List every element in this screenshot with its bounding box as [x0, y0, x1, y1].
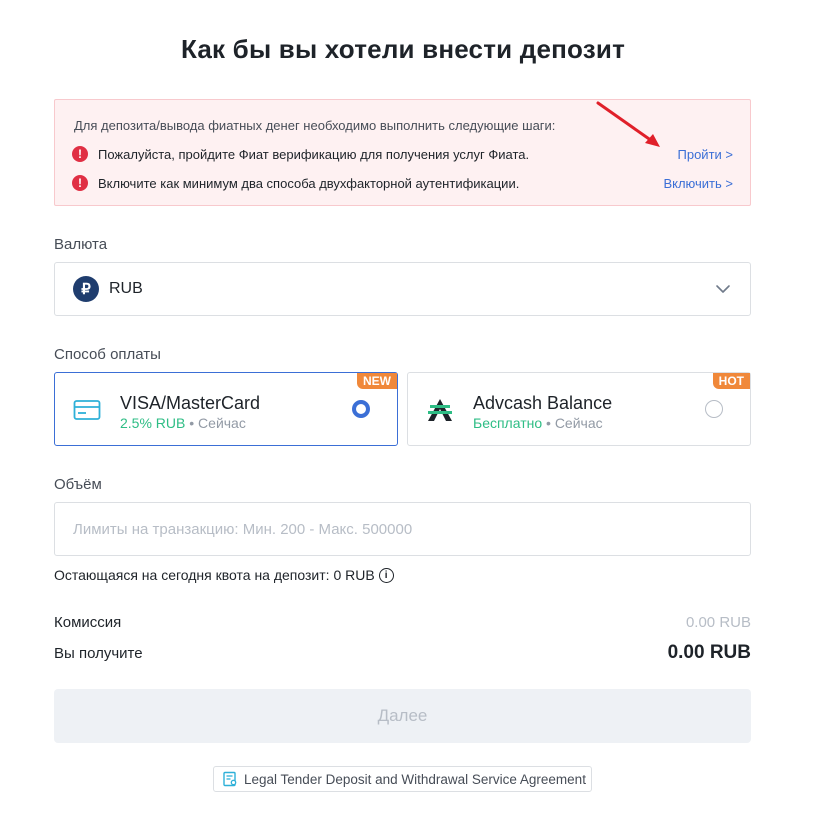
notice-item-text: Пожалуйста, пройдите Фиат верификацию дл…	[98, 146, 530, 162]
enable-2fa-link[interactable]: Включить >	[663, 176, 733, 191]
notice-item-text: Включите как минимум два способа двухфак…	[98, 175, 520, 191]
deposit-quota: Остающаяся на сегодня квота на депозит: …	[54, 567, 394, 583]
receive-value: 0.00 RUB	[667, 642, 751, 663]
chevron-down-icon	[716, 285, 730, 293]
warning-icon: !	[72, 146, 88, 162]
payment-method-name: Advcash Balance	[473, 393, 613, 413]
payment-method-time: • Сейчас	[546, 415, 603, 431]
currency-select[interactable]: ₽ RUB	[54, 262, 751, 316]
currency-label: Валюта	[54, 236, 108, 253]
hot-badge: HOT	[712, 373, 750, 389]
fee-row: Комиссия 0.00 RUB	[54, 614, 751, 631]
fee-value: 0.00 RUB	[685, 614, 751, 631]
warning-icon: !	[72, 175, 88, 191]
service-agreement-text: Legal Tender Deposit and Withdrawal Serv…	[244, 771, 586, 787]
annotation-arrow-icon	[596, 101, 660, 147]
next-button[interactable]: Далее	[54, 689, 751, 743]
fee-label: Комиссия	[54, 614, 122, 631]
credit-card-icon	[73, 397, 101, 423]
payment-method-details: Бесплатно • Сейчас	[473, 415, 603, 431]
payment-method-fee: Бесплатно	[473, 415, 543, 431]
payment-method-details: 2.5% RUB • Сейчас	[120, 415, 246, 431]
page-title: Как бы вы хотели внести депозит	[181, 34, 625, 64]
payment-method-advcash[interactable]: HOT Advcash Balance Бесплатно • Сейчас	[407, 372, 751, 446]
currency-selected-value: RUB	[109, 280, 143, 297]
info-icon[interactable]: i	[378, 567, 394, 583]
document-icon	[223, 771, 237, 787]
new-badge: NEW	[357, 373, 397, 389]
service-agreement-link[interactable]: Legal Tender Deposit and Withdrawal Serv…	[213, 766, 592, 792]
notice-heading: Для депозита/вывода фиатных денег необхо…	[74, 118, 556, 133]
payment-method-label: Способ оплаты	[54, 346, 161, 363]
receive-row: Вы получите 0.00 RUB	[54, 642, 751, 664]
payment-method-visa-mastercard[interactable]: NEW VISA/MasterCard 2.5% RUB • Сейчас	[54, 372, 398, 446]
payment-method-time: • Сейчас	[189, 415, 246, 431]
amount-label: Объём	[54, 476, 102, 493]
payment-method-fee: 2.5% RUB	[120, 415, 186, 431]
deposit-quota-text: Остающаяся на сегодня квота на депозит: …	[54, 567, 375, 583]
payment-method-radio[interactable]	[352, 400, 370, 418]
payment-method-name: VISA/MasterCard	[120, 393, 261, 413]
amount-input[interactable]	[54, 502, 751, 556]
ruble-icon: ₽	[73, 276, 99, 302]
payment-method-radio[interactable]	[705, 400, 723, 418]
notice-item-2fa: ! Включите как минимум два способа двухф…	[72, 173, 733, 193]
advcash-logo-icon	[426, 397, 454, 423]
pass-verification-link[interactable]: Пройти >	[678, 147, 734, 162]
receive-label: Вы получите	[54, 644, 143, 662]
